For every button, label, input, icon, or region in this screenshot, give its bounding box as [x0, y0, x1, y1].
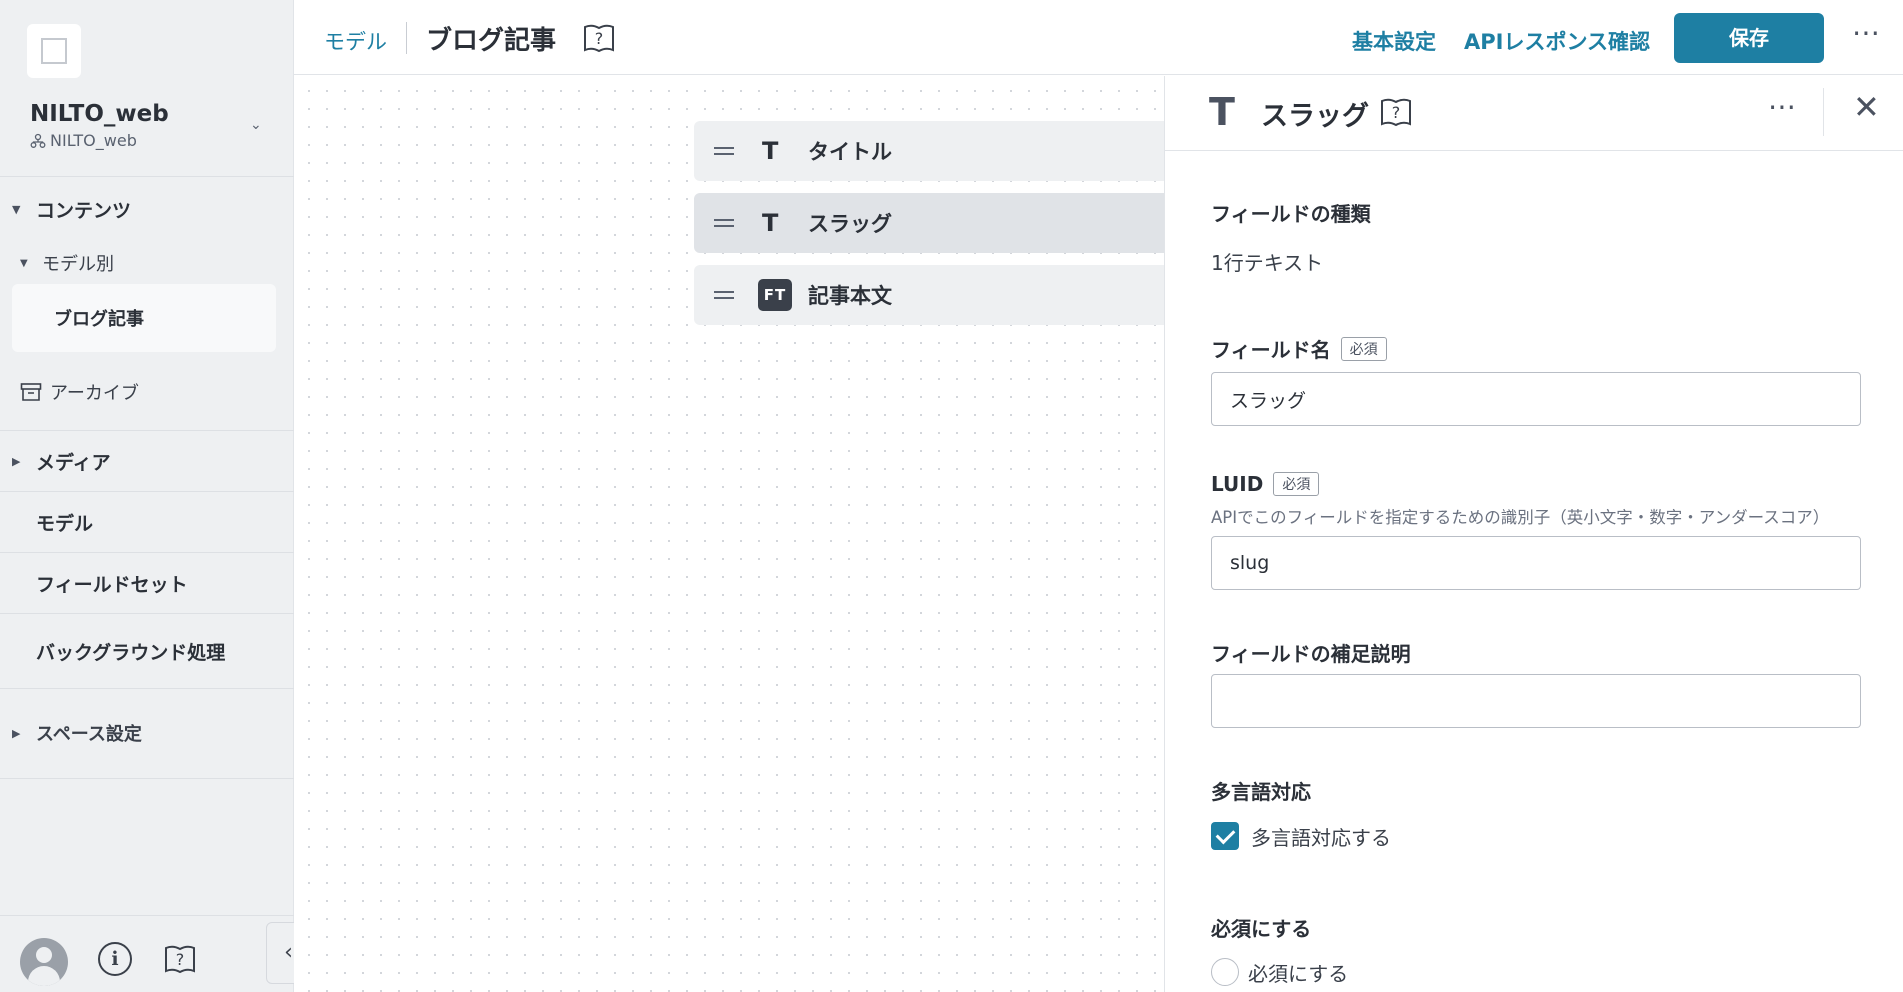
luid-heading: LUID 必須: [1211, 472, 1320, 496]
luid-label: LUID: [1211, 472, 1264, 496]
sidebar-item-background-jobs[interactable]: バックグラウンド処理: [0, 636, 294, 666]
text-type-icon: T: [762, 137, 779, 165]
fulltext-type-icon: FT: [758, 279, 792, 311]
info-icon[interactable]: i: [98, 942, 132, 976]
field-type-label: フィールドの種類: [1211, 202, 1371, 226]
breadcrumb-separator: [406, 22, 407, 54]
caret-right-icon: ▶: [12, 454, 21, 468]
luid-input[interactable]: [1211, 536, 1861, 590]
caret-down-icon: ▼: [12, 202, 21, 216]
save-button[interactable]: 保存: [1674, 13, 1824, 63]
sidebar-item-label: スペース設定: [36, 724, 142, 745]
sidebar-item-archive[interactable]: アーカイブ: [0, 377, 294, 407]
close-icon[interactable]: ✕: [1853, 88, 1880, 126]
multilang-heading: 多言語対応: [1211, 776, 1311, 805]
sidebar-item-label: モデル: [36, 512, 94, 535]
field-label: タイトル: [808, 140, 892, 164]
sidebar-item-label: ブログ記事: [54, 309, 144, 330]
field-row-body[interactable]: FT 記事本文: [694, 265, 1164, 325]
space-subtitle-text: NILTO_web: [50, 131, 137, 150]
field-label: スラッグ: [808, 212, 892, 236]
sidebar-item-label: コンテンツ: [36, 199, 132, 222]
sidebar-item-label: バックグラウンド処理: [36, 641, 226, 664]
sidebar: NILTO_web NILTO_web ⌄ ▼ コンテンツ ▼ モデル別 ブログ…: [0, 0, 294, 992]
field-name-input[interactable]: [1211, 372, 1861, 426]
drag-handle-icon[interactable]: [714, 287, 734, 303]
divider: [0, 688, 294, 689]
sidebar-item-blog[interactable]: ブログ記事: [0, 303, 294, 333]
divider: [0, 613, 294, 614]
divider: [0, 176, 294, 177]
required-badge: 必須: [1273, 472, 1320, 496]
sidebar-item-fieldset[interactable]: フィールドセット: [0, 568, 294, 598]
drag-handle-icon[interactable]: [714, 215, 734, 231]
help-book-icon[interactable]: ?: [1379, 96, 1413, 128]
sidebar-item-contents[interactable]: ▼ コンテンツ: [0, 194, 294, 224]
org-icon: [30, 133, 46, 148]
panel-title: スラッグ: [1261, 101, 1369, 132]
divider: [0, 778, 294, 779]
required-heading: 必須にする: [1211, 913, 1311, 942]
required-radio[interactable]: [1211, 958, 1239, 986]
help-book-icon[interactable]: ?: [582, 22, 616, 54]
field-name-label: フィールド名: [1211, 338, 1331, 362]
help-book-icon[interactable]: ?: [163, 943, 197, 975]
sidebar-item-label: モデル別: [42, 254, 114, 275]
top-header: モデル ブログ記事 ? 基本設定 APIレスポンス確認 保存 ⋯: [294, 0, 1903, 75]
sidebar-footer: i ?: [0, 916, 294, 992]
sidebar-item-label: フィールドセット: [36, 573, 188, 596]
text-type-icon: T: [1209, 90, 1235, 134]
multilang-checkbox-label[interactable]: 多言語対応する: [1251, 822, 1391, 851]
more-options-icon[interactable]: ⋯: [1852, 16, 1881, 49]
svg-text:?: ?: [176, 950, 185, 969]
required-radio-label[interactable]: 必須にする: [1248, 958, 1348, 987]
divider: [0, 491, 294, 492]
field-type-value: 1行テキスト: [1211, 251, 1324, 275]
sidebar-item-label: メディア: [36, 451, 111, 474]
text-type-icon: T: [762, 209, 779, 237]
archive-icon: [20, 383, 42, 401]
sidebar-item-label: アーカイブ: [50, 383, 139, 404]
description-input[interactable]: [1211, 674, 1861, 728]
space-name[interactable]: NILTO_web: [30, 101, 169, 127]
description-heading: フィールドの補足説明: [1211, 638, 1411, 667]
panel-header: T スラッグ ? ⋯ ✕: [1165, 76, 1903, 151]
field-row-slug[interactable]: T スラッグ: [694, 193, 1164, 253]
space-logo[interactable]: [27, 24, 81, 78]
sidebar-item-model[interactable]: モデル: [0, 507, 294, 537]
drag-handle-icon[interactable]: [714, 143, 734, 159]
field-row-title[interactable]: T タイトル: [694, 121, 1164, 181]
divider: [0, 430, 294, 431]
caret-right-icon: ▶: [12, 726, 21, 740]
api-response-link[interactable]: APIレスポンス確認: [1464, 26, 1650, 56]
field-name-heading: フィールド名 必須: [1211, 334, 1387, 363]
sidebar-item-space-settings[interactable]: ▶ スペース設定: [0, 718, 294, 748]
field-type-heading: フィールドの種類: [1211, 198, 1371, 227]
divider: [1823, 88, 1824, 136]
sidebar-item-media[interactable]: ▶ メディア: [0, 446, 294, 476]
svg-text:?: ?: [595, 29, 604, 48]
description-label: フィールドの補足説明: [1211, 642, 1411, 666]
page-title: ブログ記事: [426, 26, 557, 56]
divider: [0, 552, 294, 553]
multilang-label: 多言語対応: [1211, 780, 1311, 804]
model-canvas: T タイトル タ T スラッグ FT 記事本文: [294, 76, 1164, 992]
svg-text:?: ?: [1392, 103, 1401, 122]
space-subtitle: NILTO_web: [30, 131, 137, 150]
basic-settings-link[interactable]: 基本設定: [1352, 26, 1436, 56]
more-options-icon[interactable]: ⋯: [1768, 90, 1796, 123]
avatar[interactable]: [20, 938, 68, 986]
multilang-checkbox[interactable]: [1211, 822, 1239, 850]
luid-help-text: APIでこのフィールドを指定するための識別子（英小文字・数字・アンダースコア）: [1211, 508, 1830, 527]
caret-down-icon: ▼: [20, 257, 28, 269]
required-badge: 必須: [1340, 336, 1387, 361]
breadcrumb-model-link[interactable]: モデル: [324, 26, 387, 56]
sidebar-item-by-model[interactable]: ▼ モデル別: [0, 248, 294, 278]
field-settings-panel: T スラッグ ? ⋯ ✕ フィールドの種類 1行テキスト フィールド名 必須 L…: [1164, 76, 1903, 992]
chevron-down-icon[interactable]: ⌄: [250, 117, 262, 133]
logo-placeholder-icon: [41, 38, 67, 64]
required-label: 必須にする: [1211, 917, 1312, 941]
field-label: 記事本文: [808, 284, 892, 308]
